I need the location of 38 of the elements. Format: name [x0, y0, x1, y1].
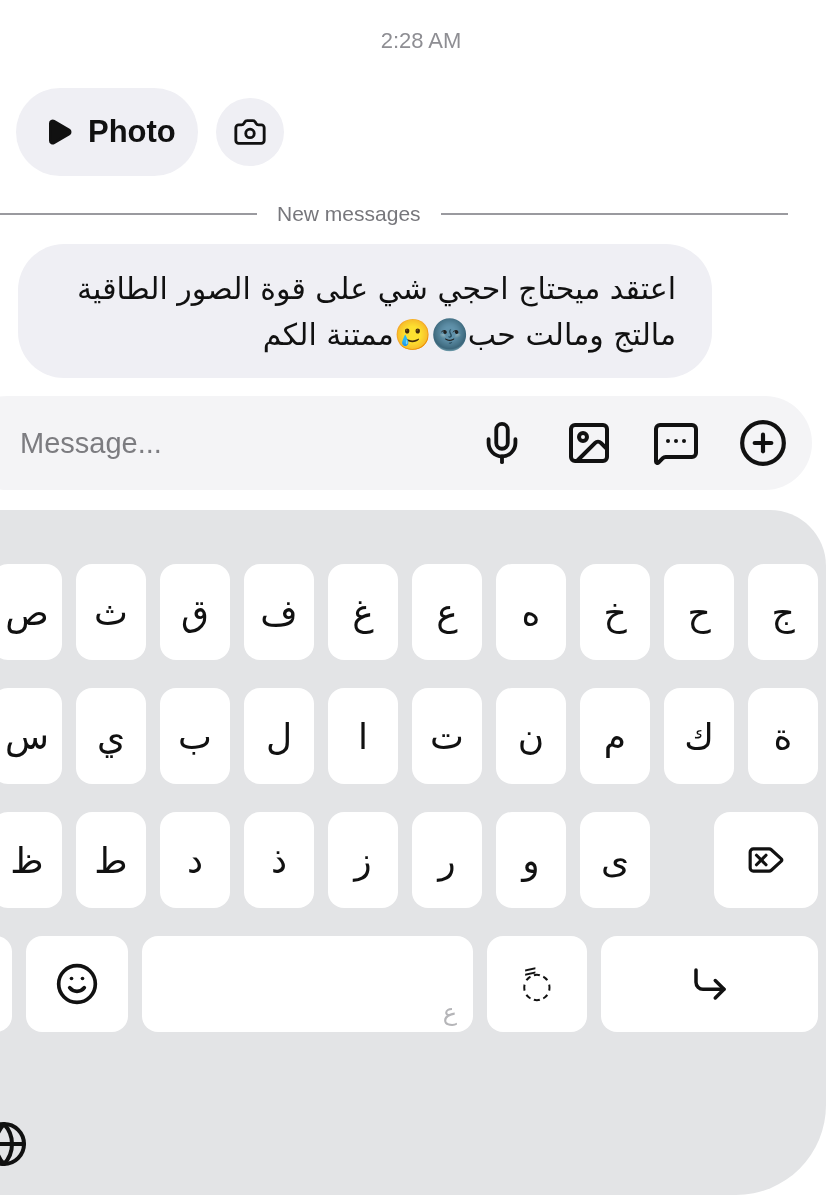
keyboard-key[interactable]: ق — [160, 564, 230, 660]
keyboard-key[interactable]: ز — [328, 812, 398, 908]
backspace-key[interactable] — [714, 812, 818, 908]
keyboard-key[interactable]: ب — [160, 688, 230, 784]
smiley-icon — [55, 962, 99, 1006]
keyboard-key[interactable]: ج — [748, 564, 818, 660]
keyboard-key[interactable]: ا — [328, 688, 398, 784]
keyboard-key[interactable]: ح — [664, 564, 734, 660]
keyboard-key[interactable]: س — [0, 688, 62, 784]
keyboard-key[interactable]: و — [496, 812, 566, 908]
keyboard-key[interactable]: ث — [76, 564, 146, 660]
keyboard-key[interactable]: ت — [412, 688, 482, 784]
message-field[interactable]: Message... — [18, 425, 442, 461]
keyboard-key[interactable]: ي — [76, 688, 146, 784]
keyboard-key[interactable]: ل — [244, 688, 314, 784]
diacritic-key[interactable]: ◌ً — [487, 936, 587, 1032]
keyboard-key[interactable]: ى — [580, 812, 650, 908]
keyboard-key[interactable]: ص — [0, 564, 62, 660]
keyboard-key[interactable]: ف — [244, 564, 314, 660]
keyboard-key[interactable]: ر — [412, 812, 482, 908]
keyboard-key[interactable]: ع — [412, 564, 482, 660]
keyboard-key[interactable]: م — [580, 688, 650, 784]
divider-label: New messages — [277, 202, 421, 226]
message-bubble: اعتقد ميحتاج احجي شي على قوة الصور الطاقية مالتج ومالت حب🌚🥲ممتنة الكم — [18, 244, 712, 378]
keyboard-key[interactable]: ط — [76, 812, 146, 908]
keyboard-key[interactable]: خ — [580, 564, 650, 660]
space-label: ع — [442, 998, 457, 1026]
photo-message[interactable]: Photo — [16, 88, 198, 176]
keyboard-key[interactable]: ذ — [244, 812, 314, 908]
emoji-key[interactable] — [26, 936, 128, 1032]
keyboard-key[interactable]: ة — [748, 688, 818, 784]
keyboard-key[interactable]: ه — [496, 564, 566, 660]
keyboard-key[interactable]: ظ — [0, 812, 62, 908]
keyboard-key[interactable]: غ — [328, 564, 398, 660]
timestamp: 2:28 AM — [379, 27, 463, 55]
keyboard-key[interactable]: د — [160, 812, 230, 908]
keyboard-key[interactable]: ك — [664, 688, 734, 784]
keyboard-key[interactable]: ن — [496, 688, 566, 784]
